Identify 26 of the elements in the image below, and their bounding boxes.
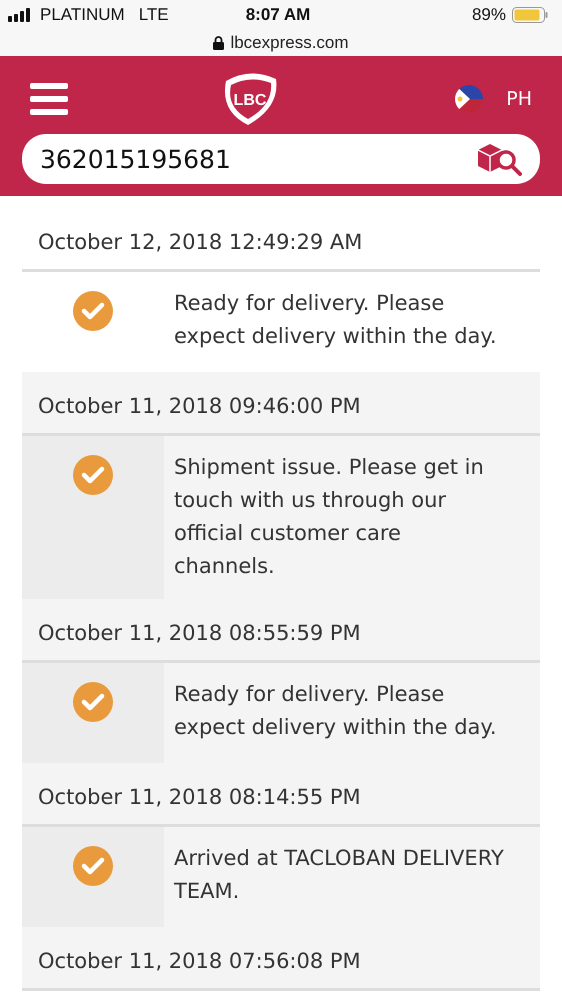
event-date: October 12, 2018 12:49:29 AM: [22, 208, 540, 272]
event-date: October 11, 2018 08:55:59 PM: [22, 599, 540, 663]
check-circle-icon: [72, 290, 114, 332]
country-code[interactable]: PH: [506, 88, 532, 110]
clock: 8:07 AM: [246, 5, 310, 25]
package-search-icon[interactable]: [476, 142, 522, 176]
menu-icon[interactable]: [30, 83, 68, 115]
event-status: Ready for delivery. Please expect delivery within the day.: [173, 290, 498, 350]
event-status: Shipment issue. Please get in touch with us through our official customer care channels.: [173, 454, 485, 580]
flag-icon[interactable]: [454, 84, 484, 114]
battery-icon: [512, 7, 548, 23]
check-circle-icon: [72, 845, 114, 887]
event-date: October 11, 2018 09:46:00 PM: [22, 372, 540, 436]
network-type: LTE: [138, 5, 169, 25]
page-url[interactable]: lbcexpress.com: [230, 33, 349, 53]
tracking-search-field[interactable]: 362015195681: [22, 134, 540, 184]
tracking-number-input[interactable]: 362015195681: [40, 144, 476, 174]
event-date: October 11, 2018 07:56:08 PM: [22, 927, 540, 991]
lock-icon: [213, 36, 224, 50]
carrier-name: PLATINUM: [40, 5, 125, 25]
event-status: Arrived at TACLOBAN DELIVERY TEAM.: [173, 845, 505, 905]
battery-percentage: 89%: [472, 5, 506, 25]
event-status: Ready for delivery. Please expect delivery within the day.: [173, 681, 498, 741]
check-circle-icon: [72, 454, 114, 496]
event-date: October 11, 2018 08:14:55 PM: [22, 763, 540, 827]
check-circle-icon: [72, 681, 114, 723]
